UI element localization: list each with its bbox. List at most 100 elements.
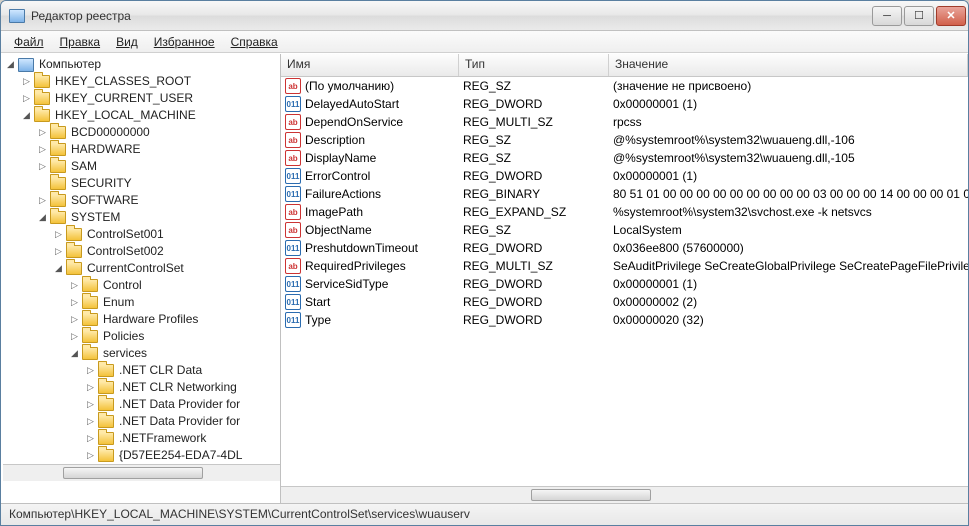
tree-node[interactable]: SECURITY [37,175,280,192]
value-row[interactable]: StartREG_DWORD0x00000002 (2) [281,293,968,311]
scrollbar-thumb[interactable] [63,467,203,479]
tree-node[interactable]: Policies [69,328,280,345]
expand-icon[interactable] [69,331,80,342]
folder-icon [50,211,66,224]
menu-help[interactable]: Справка [224,33,285,51]
expand-icon[interactable] [69,280,80,291]
folder-icon [98,381,114,394]
scrollbar-thumb[interactable] [531,489,651,501]
expand-icon[interactable] [37,161,48,172]
tree-node[interactable]: ControlSet002 [53,243,280,260]
value-data: rpcss [613,115,968,129]
column-type[interactable]: Тип [459,54,609,76]
tree-node[interactable]: Компьютер [5,56,280,73]
expand-icon[interactable] [85,365,96,376]
tree-node[interactable]: .NETFramework [85,430,280,447]
expand-icon[interactable] [69,314,80,325]
maximize-button[interactable] [904,6,934,26]
value-type: REG_BINARY [463,187,613,201]
value-row[interactable]: ObjectNameREG_SZLocalSystem [281,221,968,239]
value-row[interactable]: PreshutdownTimeoutREG_DWORD0x036ee800 (5… [281,239,968,257]
expand-icon[interactable] [85,399,96,410]
tree-node[interactable]: HKEY_CURRENT_USER [21,90,280,107]
statusbar: Компьютер\HKEY_LOCAL_MACHINE\SYSTEM\Curr… [1,503,968,525]
value-data: 0x00000001 (1) [613,97,968,111]
expand-icon[interactable] [21,93,32,104]
value-row[interactable]: (По умолчанию)REG_SZ(значение не присвое… [281,77,968,95]
tree-node[interactable]: ControlSet001 [53,226,280,243]
tree-node[interactable]: HARDWARE [37,141,280,158]
expand-icon[interactable] [85,382,96,393]
value-row[interactable]: ServiceSidTypeREG_DWORD0x00000001 (1) [281,275,968,293]
expand-icon[interactable] [69,297,80,308]
tree-node[interactable]: BCD00000000 [37,124,280,141]
expand-icon[interactable] [53,229,64,240]
collapse-icon[interactable] [53,263,64,274]
value-list[interactable]: (По умолчанию)REG_SZ(значение не присвое… [281,77,968,486]
collapse-icon[interactable] [69,348,80,359]
folder-icon [82,279,98,292]
value-row[interactable]: ImagePathREG_EXPAND_SZ%systemroot%\syste… [281,203,968,221]
expand-icon[interactable] [85,433,96,444]
tree-node[interactable]: SYSTEM [37,209,280,226]
value-row[interactable]: DependOnServiceREG_MULTI_SZrpcss [281,113,968,131]
tree-node[interactable]: Enum [69,294,280,311]
app-icon [9,9,25,23]
expand-icon[interactable] [21,76,32,87]
minimize-button[interactable] [872,6,902,26]
tree-node[interactable]: SOFTWARE [37,192,280,209]
close-button[interactable] [936,6,966,26]
tree-node[interactable]: CurrentControlSet [53,260,280,277]
tree-hscrollbar[interactable] [3,464,280,481]
tree-pane[interactable]: КомпьютерHKEY_CLASSES_ROOTHKEY_CURRENT_U… [1,54,281,503]
registry-tree: КомпьютерHKEY_CLASSES_ROOTHKEY_CURRENT_U… [3,56,280,464]
expand-icon[interactable] [37,127,48,138]
list-pane: Имя Тип Значение (По умолчанию)REG_SZ(зн… [281,54,968,503]
column-name[interactable]: Имя [281,54,459,76]
tree-node[interactable]: Control [69,277,280,294]
tree-node[interactable]: .NET CLR Data [85,362,280,379]
collapse-icon[interactable] [37,212,48,223]
tree-node[interactable]: HKEY_CLASSES_ROOT [21,73,280,90]
menu-file[interactable]: Файл [7,33,51,51]
menu-view[interactable]: Вид [109,33,145,51]
value-row[interactable]: TypeREG_DWORD0x00000020 (32) [281,311,968,329]
tree-node[interactable]: SAM [37,158,280,175]
titlebar[interactable]: Редактор реестра [1,1,968,31]
tree-label: .NETFramework [116,430,209,447]
menu-favorites[interactable]: Избранное [147,33,222,51]
expand-icon[interactable] [85,416,96,427]
tree-node[interactable]: services [69,345,280,362]
column-value[interactable]: Значение [609,54,968,76]
tree-node[interactable]: HKEY_LOCAL_MACHINE [21,107,280,124]
tree-node[interactable]: Hardware Profiles [69,311,280,328]
value-row[interactable]: DelayedAutoStartREG_DWORD0x00000001 (1) [281,95,968,113]
tree-label: Policies [100,328,147,345]
value-row[interactable]: RequiredPrivilegesREG_MULTI_SZSeAuditPri… [281,257,968,275]
folder-icon [66,262,82,275]
string-value-icon [285,114,301,130]
tree-node[interactable]: .NET CLR Networking [85,379,280,396]
expand-icon[interactable] [53,246,64,257]
tree-node[interactable]: .NET Data Provider for [85,413,280,430]
value-row[interactable]: DescriptionREG_SZ@%systemroot%\system32\… [281,131,968,149]
collapse-icon[interactable] [21,110,32,121]
tree-node[interactable]: {D57EE254-EDA7-4DL [85,447,280,464]
expand-icon[interactable] [37,144,48,155]
folder-icon [50,126,66,139]
list-hscrollbar[interactable] [281,486,968,503]
value-row[interactable]: FailureActionsREG_BINARY80 51 01 00 00 0… [281,185,968,203]
value-type: REG_DWORD [463,169,613,183]
expand-icon[interactable] [37,195,48,206]
value-row[interactable]: ErrorControlREG_DWORD0x00000001 (1) [281,167,968,185]
value-row[interactable]: DisplayNameREG_SZ@%systemroot%\system32\… [281,149,968,167]
string-value-icon [285,150,301,166]
tree-label: CurrentControlSet [84,260,187,277]
expand-icon[interactable] [85,450,96,461]
tree-label: ControlSet002 [84,243,167,260]
value-type: REG_DWORD [463,277,613,291]
collapse-icon[interactable] [5,59,16,70]
tree-label: {D57EE254-EDA7-4DL [116,447,245,464]
menu-edit[interactable]: Правка [53,33,108,51]
tree-node[interactable]: .NET Data Provider for [85,396,280,413]
